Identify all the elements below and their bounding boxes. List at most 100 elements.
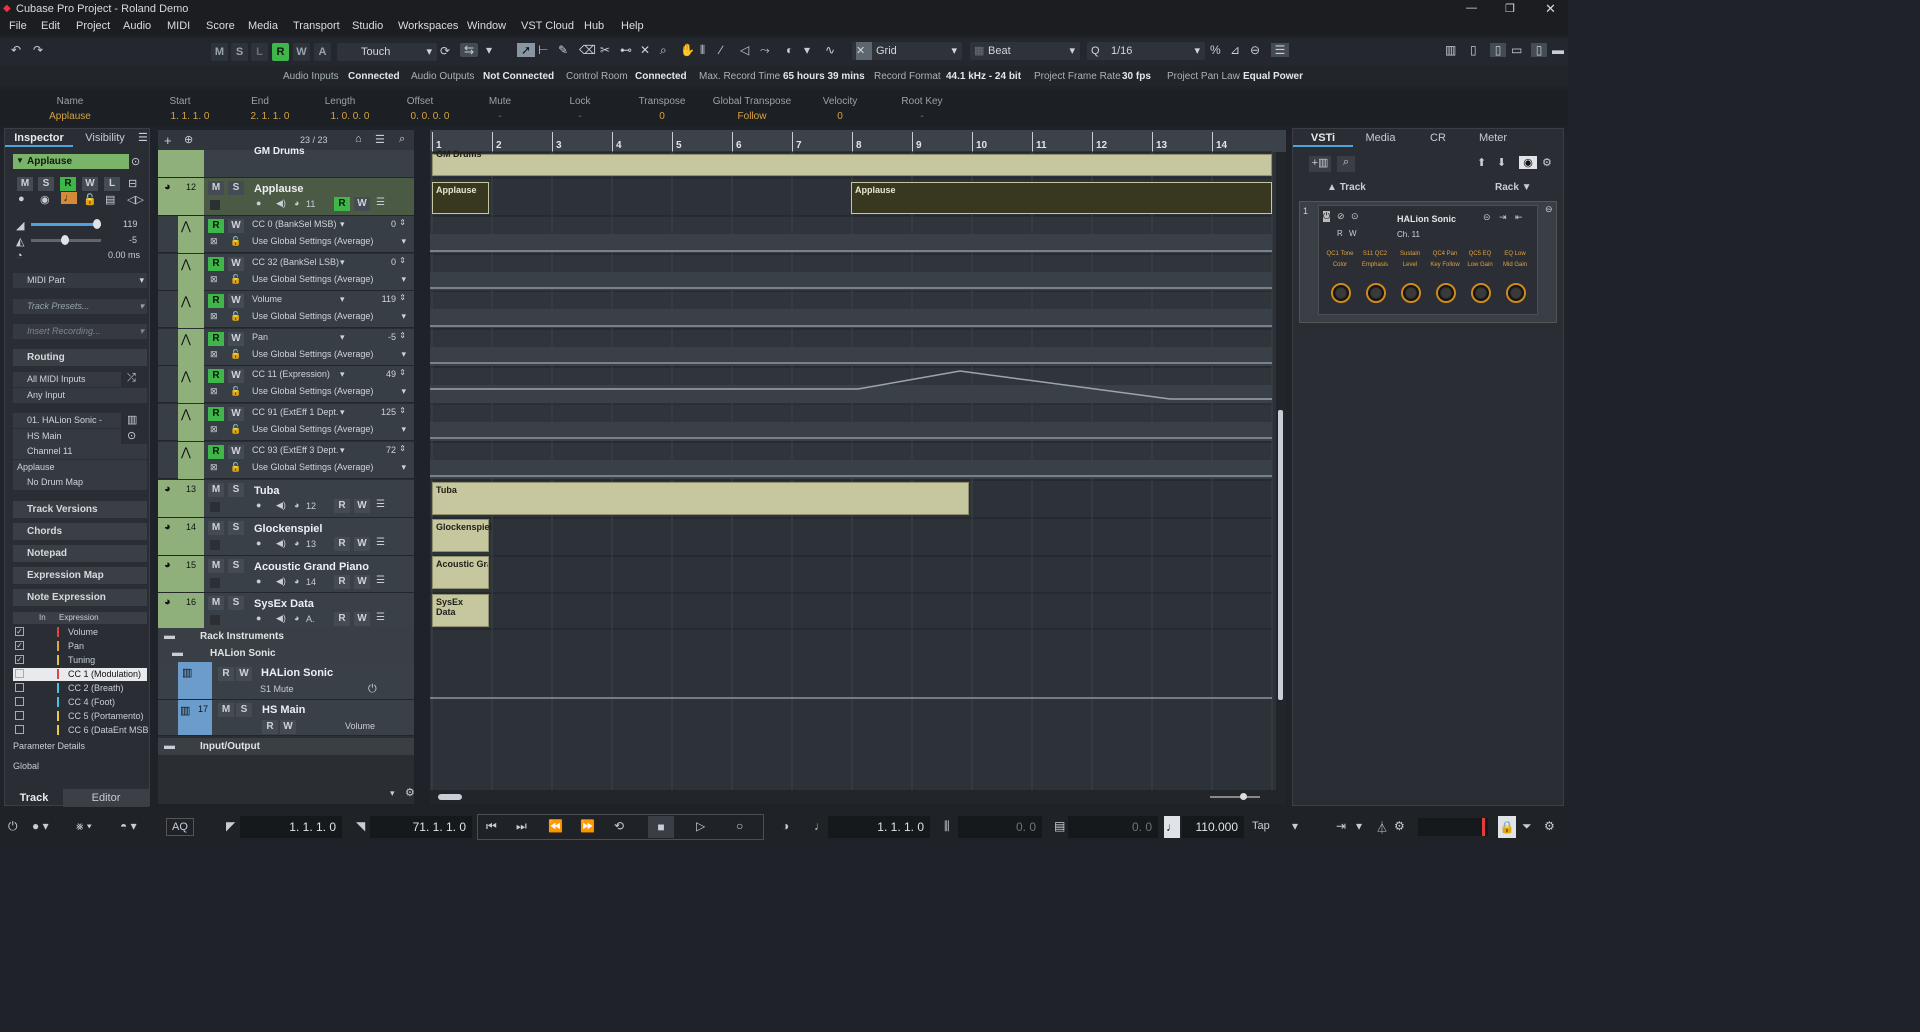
write-button[interactable]: W [293,43,310,61]
record-enable-icon[interactable]: ● [256,500,261,510]
vsti-slot[interactable]: 1 ⏻ ⊘ ⊙ HALion Sonic Ch. 11 ⊝ ⇥ ⇤ R W QC… [1299,201,1557,323]
input-icon[interactable]: ⇥ [1499,212,1507,223]
automation-write-button[interactable]: W [228,219,244,233]
menu-hub[interactable]: Hub [584,20,604,32]
track-write-button[interactable]: W [354,197,370,211]
hsmain-read-button[interactable]: R [262,720,278,734]
grid-select[interactable]: ▦ Beat ▾ [970,42,1080,60]
automation-value[interactable]: 0 [391,257,396,267]
lock-icon[interactable]: 🔓 [230,424,241,435]
status-control-room-value[interactable]: Connected [635,71,687,82]
quick-control-knob[interactable] [1436,283,1456,303]
play-icon[interactable]: ▷ [696,819,705,833]
checkbox[interactable] [15,725,24,734]
redo-icon[interactable]: ↷ [30,43,46,57]
lanes-icon[interactable]: ◁▷ [127,193,144,206]
pan-slider-handle[interactable] [61,235,69,245]
insp-write-button[interactable]: W [82,177,98,191]
tab-inspector[interactable]: Inspector [5,129,73,147]
midi-input-select[interactable]: All MIDI Inputs [13,372,121,387]
horizontal-scroll-thumb[interactable] [438,794,462,800]
mute-automation-icon[interactable]: ⊠ [210,349,218,360]
automation-value[interactable]: 49 [386,369,396,379]
eye-icon[interactable]: ◉ [1519,156,1537,169]
part-acoustic-grand-piano[interactable]: Acoustic Gran [432,556,489,589]
menu-help[interactable]: Help [621,20,644,32]
activate-project-icon[interactable]: ⏻ [8,819,18,834]
section-track-versions[interactable]: Track Versions [13,501,147,518]
tempo-track-icon[interactable]: ♩ [1164,816,1180,838]
mute-automation-icon[interactable]: ⊠ [210,274,218,285]
track-solo-button[interactable]: S [228,596,244,610]
note-expression-item[interactable]: CC 1 (Modulation) [13,668,147,681]
info-transpose-value[interactable]: 0 [622,111,702,122]
automation-value[interactable]: 0 [391,219,396,229]
add-instrument-icon[interactable]: +▥ [1309,156,1331,172]
undo-icon[interactable]: ↶ [8,43,24,57]
automation-a-button[interactable]: A [314,43,331,61]
event-display[interactable]: 1 2 3 4 5 6 7 8 9 10 11 12 13 14 GM Drums Applause Ap… [430,130,1286,804]
output-icon[interactable]: ⇤ [1515,212,1523,223]
iterative-quantize-icon[interactable]: % [1210,43,1221,57]
aq-button[interactable]: AQ [166,818,194,836]
volume-value[interactable]: 119 [123,219,137,229]
part-applause-2[interactable]: Applause [851,182,1272,214]
time-base-icon[interactable]: ♩ [61,192,77,204]
mute-tool-icon[interactable]: ✕ [640,43,650,57]
automation-read-button[interactable]: R [208,219,224,233]
record-enable-icon[interactable]: ● [256,538,261,548]
track-read-button[interactable]: R [334,197,350,211]
halion-write-button[interactable]: W [236,667,252,681]
info-mute-value[interactable]: - [460,111,540,122]
track-row[interactable]: ◕ 14 M S Glockenspiel ● ◀) ◕ 13 R W ☰ [158,518,414,556]
checkbox[interactable] [15,669,24,678]
arrow-up-icon[interactable]: ⬆ [1477,156,1486,169]
info-start-value[interactable]: 1. 1. 1. 0 [150,111,230,122]
punch-in-icon[interactable]: ◑ [782,819,789,833]
forward-icon[interactable]: ⏩ [580,819,595,833]
track-row[interactable]: ◕ 12 M S Applause ● ◀) ◕ 11 R W ☰ [158,178,414,216]
inspector-zone-icon[interactable]: ▯ [1490,43,1506,57]
automation-lane[interactable]: ⋀ R W ⊠ 🔓 Volume ▾ 119 ⇕ Use Global Settings (Ave… [158,291,414,329]
clock-icon[interactable]: ◕ [294,538,299,548]
mute-automation-icon[interactable]: ⊠ [210,236,218,247]
chevron-down-icon[interactable]: ▾ [480,43,498,57]
minimize-icon[interactable]: — [1466,2,1477,14]
insp-listen-button[interactable]: L [104,177,120,191]
quick-control-knob[interactable] [1366,283,1386,303]
tab-cr[interactable]: CR [1423,129,1453,147]
zoom-slider-handle[interactable] [1240,793,1247,800]
freeze-icon[interactable]: ⊝ [1483,212,1491,223]
power-icon[interactable]: ⏻ [1323,211,1331,222]
write-icon[interactable]: W [1349,229,1357,238]
folder-rack-instruments[interactable]: ▬ Rack Instruments [158,628,414,645]
track-hs-main[interactable]: ▥ 17 M S HS Main R W Volume [158,700,414,736]
automation-value[interactable]: 72 [386,445,396,455]
track-solo-button[interactable]: S [228,483,244,497]
automation-write-button[interactable]: W [228,331,244,346]
mute-automation-icon[interactable]: ⊠ [210,462,218,473]
automation-global-select[interactable]: Use Global Settings (Average) ▾ [252,386,408,399]
edit-icon[interactable]: ⊟ [128,177,137,190]
automation-write-button[interactable]: W [228,294,244,309]
part-glockenspiel[interactable]: Glockenspiel [432,519,492,552]
search-icon[interactable]: ⌕ [1337,156,1355,172]
menu-transport[interactable]: Transport [293,20,340,32]
info-root-key-value[interactable]: - [882,111,962,122]
status-record-format-value[interactable]: 44.1 kHz - 24 bit [946,71,1021,82]
section-note-expression[interactable]: Note Expression [13,589,147,606]
track-mute-button[interactable]: M [208,181,224,195]
menu-media[interactable]: Media [248,20,278,32]
automation-global-select[interactable]: Use Global Settings (Average) ▾ [252,236,408,249]
automation-read-button[interactable]: R [208,331,224,346]
left-zone-icon[interactable]: ▯ [1470,43,1477,57]
monitor-icon[interactable]: ◉ [40,193,50,206]
cycle-icon[interactable]: ⟲ [614,819,624,833]
status-pan-law-value[interactable]: Equal Power [1243,71,1303,82]
tap-button[interactable]: Tap [1252,820,1270,832]
record-enable-icon[interactable]: ● [256,198,261,208]
menu-window[interactable]: Window [467,20,506,32]
monitor-icon[interactable]: ◀) [276,576,286,587]
quantize-apply-icon[interactable]: ⊿ [1230,43,1240,57]
metronome-icon[interactable]: ⏃ [1376,819,1388,836]
